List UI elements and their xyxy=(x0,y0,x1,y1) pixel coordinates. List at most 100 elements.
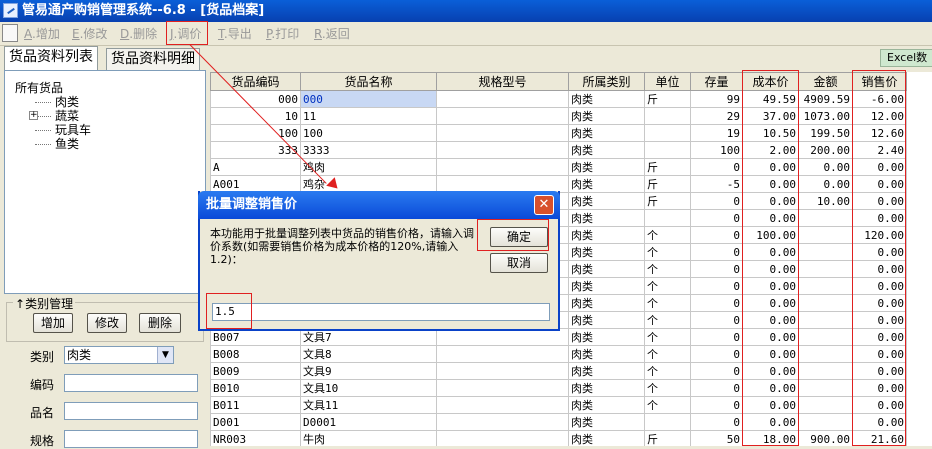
table-cell[interactable]: 文具7 xyxy=(300,328,437,346)
table-cell[interactable]: 0 xyxy=(690,158,743,176)
table-cell[interactable] xyxy=(644,107,691,125)
table-cell[interactable]: 0.00 xyxy=(798,175,853,193)
table-cell[interactable]: 肉类 xyxy=(568,396,645,414)
table-cell[interactable]: 0 xyxy=(690,328,743,346)
category-edit-button[interactable]: 修改 xyxy=(87,313,127,333)
table-cell[interactable]: 0 xyxy=(690,260,743,278)
table-cell[interactable]: 50 xyxy=(690,430,743,446)
table-cell[interactable]: 牛肉 xyxy=(300,430,437,446)
table-row[interactable]: NR003 牛肉 肉类斤 50 18.00 900.00 21.60 xyxy=(210,430,907,446)
table-cell[interactable]: 个 xyxy=(644,362,691,380)
table-cell[interactable]: 肉类 xyxy=(568,124,645,142)
table-cell[interactable]: B009 xyxy=(210,362,301,380)
table-cell[interactable]: B011 xyxy=(210,396,301,414)
code-input[interactable] xyxy=(64,374,198,392)
table-cell[interactable]: 0 xyxy=(690,226,743,244)
table-row[interactable]: B008 文具8 肉类个 0 0.00 0.00 xyxy=(210,345,907,363)
table-cell[interactable] xyxy=(644,141,691,159)
table-cell[interactable]: 肉类 xyxy=(568,175,645,193)
table-cell[interactable]: A001 xyxy=(210,175,301,193)
table-cell[interactable]: 斤 xyxy=(644,430,691,446)
export-toolbar-button[interactable]: T.导出 xyxy=(218,25,252,43)
table-cell[interactable] xyxy=(436,124,569,142)
table-cell[interactable]: 99 xyxy=(690,90,743,108)
table-cell[interactable]: 100 xyxy=(690,141,743,159)
tab-goods-detail[interactable]: 货品资料明细 xyxy=(106,48,200,70)
document-icon[interactable] xyxy=(2,24,18,42)
table-cell[interactable] xyxy=(436,107,569,125)
table-cell[interactable]: 斤 xyxy=(644,175,691,193)
col-unit-header[interactable]: 单位 xyxy=(644,72,691,91)
table-cell[interactable]: 肉类 xyxy=(568,379,645,397)
table-cell[interactable]: 000 xyxy=(210,90,301,108)
table-cell[interactable]: B008 xyxy=(210,345,301,363)
table-cell[interactable] xyxy=(798,396,853,414)
table-cell[interactable]: 10.00 xyxy=(798,192,853,210)
spec-input[interactable] xyxy=(64,430,198,448)
table-cell[interactable]: 200.00 xyxy=(798,141,853,159)
table-cell[interactable]: 个 xyxy=(644,328,691,346)
table-cell[interactable]: 个 xyxy=(644,277,691,295)
table-cell[interactable]: 0 xyxy=(690,277,743,295)
table-cell[interactable]: B007 xyxy=(210,328,301,346)
table-cell[interactable] xyxy=(436,396,569,414)
table-cell[interactable]: 斤 xyxy=(644,158,691,176)
table-row[interactable]: 10 11 肉类 29 37.00 1073.00 12.00 xyxy=(210,107,907,125)
table-cell[interactable]: 文具9 xyxy=(300,362,437,380)
table-cell[interactable]: 个 xyxy=(644,294,691,312)
table-row[interactable]: B009 文具9 肉类个 0 0.00 0.00 xyxy=(210,362,907,380)
table-cell[interactable] xyxy=(436,362,569,380)
table-cell[interactable] xyxy=(436,345,569,363)
table-cell[interactable] xyxy=(798,311,853,329)
table-cell[interactable]: 0 xyxy=(690,243,743,261)
table-cell[interactable] xyxy=(436,430,569,446)
table-row[interactable]: D001 D0001 肉类 0 0.00 0.00 xyxy=(210,413,907,431)
table-cell[interactable]: 0 xyxy=(690,362,743,380)
table-cell[interactable] xyxy=(798,209,853,227)
delete-toolbar-button[interactable]: D.删除 xyxy=(120,25,157,43)
col-spec-header[interactable]: 规格型号 xyxy=(436,72,569,91)
name-input[interactable] xyxy=(64,402,198,420)
table-cell[interactable]: 个 xyxy=(644,243,691,261)
table-cell[interactable]: 0 xyxy=(690,396,743,414)
table-cell[interactable]: 个 xyxy=(644,396,691,414)
table-cell[interactable]: 肉类 xyxy=(568,430,645,446)
table-row[interactable]: 333 3333 肉类 100 2.00 200.00 2.40 xyxy=(210,141,907,159)
category-delete-button[interactable]: 删除 xyxy=(139,313,181,333)
table-cell[interactable]: 文具10 xyxy=(300,379,437,397)
table-cell[interactable]: 斤 xyxy=(644,192,691,210)
table-cell[interactable]: 个 xyxy=(644,311,691,329)
table-cell[interactable]: 0 xyxy=(690,379,743,397)
table-cell[interactable]: 肉类 xyxy=(568,311,645,329)
table-cell[interactable]: 肉类 xyxy=(568,226,645,244)
table-cell[interactable] xyxy=(798,379,853,397)
print-toolbar-button[interactable]: P.打印 xyxy=(266,25,299,43)
table-cell[interactable]: 肉类 xyxy=(568,413,645,431)
col-amount-header[interactable]: 金额 xyxy=(798,72,853,91)
table-cell[interactable] xyxy=(644,209,691,227)
table-cell[interactable] xyxy=(798,294,853,312)
table-cell[interactable] xyxy=(798,328,853,346)
table-cell[interactable] xyxy=(798,277,853,295)
table-row[interactable]: 100 100 肉类 19 10.50 199.50 12.60 xyxy=(210,124,907,142)
table-cell[interactable]: 肉类 xyxy=(568,362,645,380)
table-cell[interactable]: 鸡肉 xyxy=(300,158,437,176)
table-row[interactable]: A001 鸡杂 肉类斤 -5 0.00 0.00 0.00 xyxy=(210,175,907,193)
table-cell[interactable] xyxy=(798,413,853,431)
excel-export-button[interactable]: Excel数 xyxy=(880,49,932,67)
table-cell[interactable]: 0 xyxy=(690,311,743,329)
table-cell[interactable]: 个 xyxy=(644,379,691,397)
table-cell[interactable]: 1073.00 xyxy=(798,107,853,125)
table-cell[interactable]: 0 xyxy=(690,345,743,363)
table-cell[interactable]: NR003 xyxy=(210,430,301,446)
expand-icon[interactable]: + xyxy=(29,111,38,120)
cancel-button[interactable]: 取消 xyxy=(490,253,548,273)
table-cell[interactable]: 000 xyxy=(300,90,437,108)
table-cell[interactable]: 4909.59 xyxy=(798,90,853,108)
coefficient-input[interactable]: 1.5 xyxy=(212,303,550,321)
table-cell[interactable]: 100 xyxy=(300,124,437,142)
table-cell[interactable]: -5 xyxy=(690,175,743,193)
table-cell[interactable]: 199.50 xyxy=(798,124,853,142)
back-toolbar-button[interactable]: R.返回 xyxy=(314,25,350,43)
table-row[interactable]: B010 文具10 肉类个 0 0.00 0.00 xyxy=(210,379,907,397)
